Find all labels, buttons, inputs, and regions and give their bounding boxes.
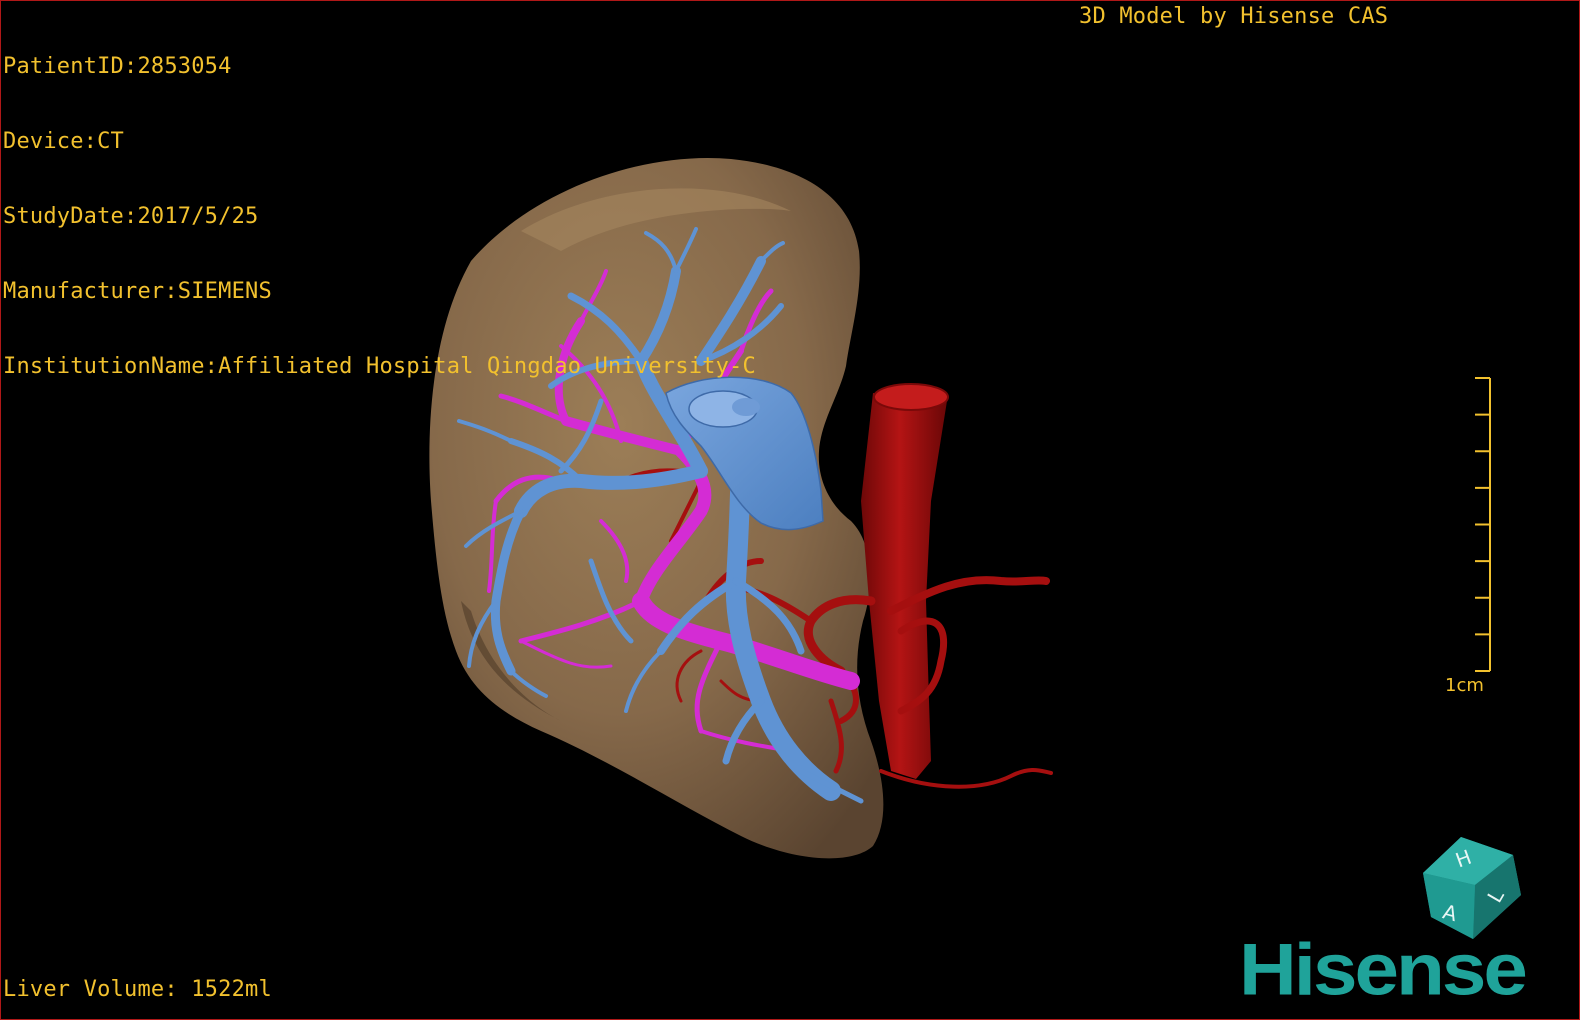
orientation-cube-icon[interactable]: H L A xyxy=(1417,833,1527,943)
device-text: Device:CT xyxy=(3,129,125,154)
aorta-model xyxy=(861,383,949,779)
hisense-logo: Hisense xyxy=(1239,928,1528,1011)
patient-info-overlay: PatientID:2853054 Device:CT StudyDate:20… xyxy=(3,4,756,429)
3d-viewport[interactable]: PatientID:2853054 Device:CT StudyDate:20… xyxy=(0,0,1580,1020)
model-credit-text: 3D Model by Hisense CAS xyxy=(1079,4,1389,29)
liver-volume-text: Liver Volume: 1522ml xyxy=(3,977,272,1002)
study-date-text: StudyDate:2017/5/25 xyxy=(3,204,259,229)
patient-id-text: PatientID:2853054 xyxy=(3,54,232,79)
manufacturer-text: Manufacturer:SIEMENS xyxy=(3,279,272,304)
scale-bar-label: 1cm xyxy=(1445,675,1484,696)
institution-text: InstitutionName:Affiliated Hospital Qing… xyxy=(3,354,756,379)
scale-bar xyxy=(1475,377,1491,672)
